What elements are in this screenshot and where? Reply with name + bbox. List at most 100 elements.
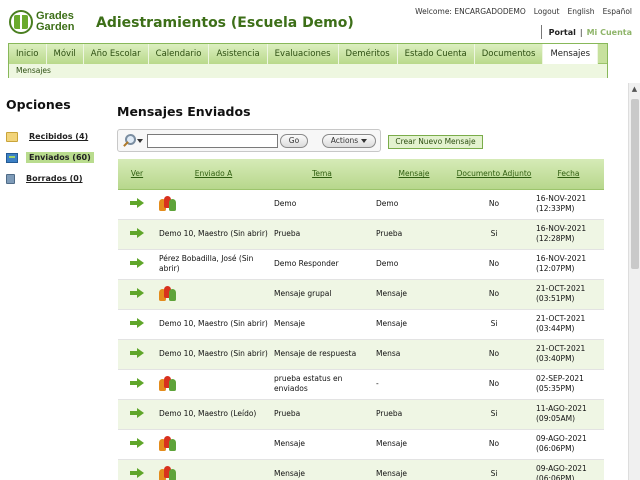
view-arrow-icon[interactable] — [130, 287, 144, 298]
col-documento-adjunto[interactable]: Documento Adjunto — [455, 159, 533, 190]
col-tema[interactable]: Tema — [271, 159, 373, 190]
table-row[interactable]: Mensaje Mensaje No 09-AGO-2021 (06:06PM) — [118, 429, 604, 460]
recipient-cell — [156, 189, 271, 220]
group-users-icon[interactable] — [159, 435, 177, 451]
date-cell: 21-OCT-2021 (03:44PM) — [533, 309, 604, 340]
tab-estado-cuenta[interactable]: Estado Cuenta — [397, 44, 475, 64]
subject-cell: Mensaje de respuesta — [271, 339, 373, 370]
message-cell: Prueba — [373, 399, 455, 430]
attachment-cell: No — [455, 429, 533, 460]
date-cell: 16-NOV-2021 (12:33PM) — [533, 189, 604, 220]
date-cell: 16-NOV-2021 (12:07PM) — [533, 249, 604, 280]
date-cell: 11-AGO-2021 (09:05AM) — [533, 399, 604, 430]
table-row[interactable]: Demo 10, Maestro (Sin abrir) Mensaje Mensa… — [118, 309, 604, 340]
go-button[interactable]: Go — [280, 133, 308, 148]
subject-cell: Demo — [271, 189, 373, 220]
message-cell: Mensa — [373, 339, 455, 370]
view-arrow-icon[interactable] — [130, 317, 144, 328]
table-row[interactable]: Demo 10, Maestro (Leído) Prueba Prueba Si 11… — [118, 399, 604, 430]
attachment-cell: No — [455, 369, 533, 400]
portal-separator: | — [579, 27, 583, 37]
message-cell: Mensaje — [373, 309, 455, 340]
subnav-mensajes[interactable]: Mensajes — [9, 64, 607, 78]
view-arrow-icon[interactable] — [130, 377, 144, 388]
my-account-link[interactable]: Mi Cuenta — [587, 28, 632, 37]
table-row[interactable]: Mensaje Mensaje Si 09-AGO-2021 (06:06PM) — [118, 459, 604, 480]
view-arrow-icon[interactable] — [130, 467, 144, 478]
sidebar-item-2[interactable]: Borrados (0) — [6, 168, 106, 189]
message-cell: Demo — [373, 189, 455, 220]
col-ver[interactable]: Ver — [118, 159, 156, 190]
tab-ano-escolar[interactable]: Año Escolar — [83, 44, 149, 64]
date-cell: 02-SEP-2021 (05:35PM) — [533, 369, 604, 400]
view-cell — [118, 429, 156, 460]
tab-documentos[interactable]: Documentos — [474, 44, 544, 64]
table-row[interactable]: Demo Demo No 16-NOV-2021 (12:33PM) — [118, 189, 604, 220]
view-arrow-icon[interactable] — [130, 257, 144, 268]
group-users-icon[interactable] — [159, 195, 177, 211]
view-cell — [118, 279, 156, 310]
actions-button[interactable]: Actions — [322, 133, 376, 148]
scroll-thumb[interactable] — [631, 99, 639, 269]
grades-garden-logo[interactable]: Grades Garden — [9, 9, 89, 35]
view-cell — [118, 339, 156, 370]
folder-icon — [6, 131, 18, 142]
recipient-cell: Pérez Bobadilla, José (Sin abrir) — [156, 249, 271, 280]
sidebar-item-0[interactable]: Recibidos (4) — [6, 126, 106, 147]
recipient-cell — [156, 369, 271, 400]
tab-evaluaciones[interactable]: Evaluaciones — [267, 44, 339, 64]
view-cell — [118, 219, 156, 250]
date-cell: 16-NOV-2021 (12:28PM) — [533, 219, 604, 250]
table-row[interactable]: Pérez Bobadilla, José (Sin abrir) Demo Re… — [118, 249, 604, 280]
trash-icon — [6, 173, 15, 184]
tab-mensajes[interactable]: Mensajes — [543, 44, 599, 64]
group-users-icon[interactable] — [159, 375, 177, 391]
portal-link[interactable]: Portal — [549, 28, 576, 37]
search-icon[interactable] — [121, 133, 139, 149]
col-enviado-a[interactable]: Enviado A — [156, 159, 271, 190]
view-cell — [118, 189, 156, 220]
actions-label: Actions — [330, 135, 359, 145]
tab-asistencia[interactable]: Asistencia — [209, 44, 268, 64]
search-input[interactable] — [147, 133, 278, 148]
table-row[interactable]: prueba estatus en enviados - No 02-SEP-2021… — [118, 369, 604, 400]
recipient-cell — [156, 429, 271, 460]
logout-link[interactable]: Logout — [534, 7, 560, 16]
welcome-text: Welcome: ENCARGADODEMO — [415, 7, 526, 16]
tab-inicio[interactable]: Inicio — [9, 44, 47, 64]
table-row[interactable]: Demo 10, Maestro (Sin abrir) Prueba Prueba… — [118, 219, 604, 250]
tab-movil[interactable]: Móvil — [46, 44, 84, 64]
view-arrow-icon[interactable] — [130, 437, 144, 448]
scroll-up-icon[interactable]: ▲ — [629, 83, 640, 95]
view-arrow-icon[interactable] — [130, 407, 144, 418]
subject-cell: Mensaje grupal — [271, 279, 373, 310]
logo-icon — [9, 10, 33, 34]
group-users-icon[interactable] — [159, 285, 177, 301]
vertical-scrollbar[interactable]: ▲ — [628, 83, 640, 480]
view-cell — [118, 369, 156, 400]
english-link[interactable]: English — [567, 7, 594, 16]
tab-calendario[interactable]: Calendario — [148, 44, 210, 64]
attachment-cell: Si — [455, 309, 533, 340]
date-cell: 21-OCT-2021 (03:51PM) — [533, 279, 604, 310]
subject-cell: Prueba — [271, 219, 373, 250]
recipient-cell: Demo 10, Maestro (Sin abrir) — [156, 219, 271, 250]
tab-demeritos[interactable]: Deméritos — [338, 44, 398, 64]
sidebar-item-1[interactable]: Enviados (60) — [6, 147, 106, 168]
portal-divider — [540, 25, 542, 39]
create-new-message-button[interactable]: Crear Nuevo Mensaje — [388, 135, 483, 149]
subject-cell: Mensaje — [271, 459, 373, 480]
group-users-icon[interactable] — [159, 465, 177, 480]
sidebar-title: Opciones — [6, 97, 71, 112]
col-mensaje[interactable]: Mensaje — [373, 159, 455, 190]
view-arrow-icon[interactable] — [130, 227, 144, 238]
table-row[interactable]: Mensaje grupal Mensaje No 21-OCT-2021 (03:5… — [118, 279, 604, 310]
espanol-link[interactable]: Español — [603, 7, 632, 16]
table-row[interactable]: Demo 10, Maestro (Sin abrir) Mensaje de r… — [118, 339, 604, 370]
view-arrow-icon[interactable] — [130, 197, 144, 208]
col-fecha[interactable]: Fecha — [533, 159, 604, 190]
subject-cell: Demo Responder — [271, 249, 373, 280]
message-cell: Mensaje — [373, 459, 455, 480]
logo-text: Grades Garden — [36, 10, 75, 33]
view-arrow-icon[interactable] — [130, 347, 144, 358]
